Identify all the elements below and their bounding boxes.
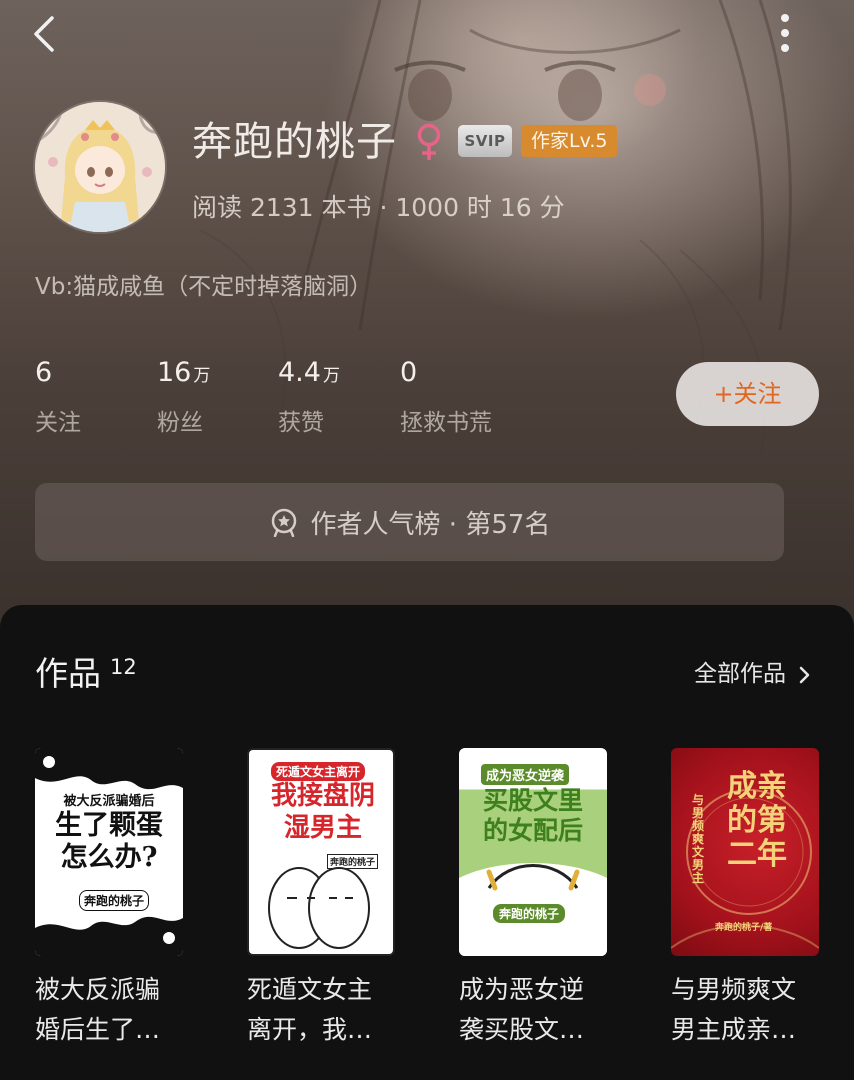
stat-likes[interactable]: 4.4 万 获赞	[278, 352, 340, 443]
cover-title: 成亲的第二年	[727, 769, 787, 872]
all-works-label: 全部作品	[694, 661, 786, 687]
top-navigation-bar	[0, 0, 854, 70]
book-title: 成为恶女逆袭买股文…	[459, 975, 585, 1044]
author-profile-page: 奔跑的桃子 SVIP 作家Lv.5 阅读 2131 本书 · 1000 时 16…	[0, 0, 854, 1080]
reading-stats: 阅读 2131 本书 · 1000 时 16 分	[192, 193, 565, 222]
stat-label: 获赞	[278, 410, 324, 436]
works-panel: 作品 12 全部作品 被大反派骗婚后 生了颗蛋怎么办? 奔跑的桃子 被大反派骗婚	[0, 605, 854, 1080]
follow-button[interactable]: +关注	[676, 362, 819, 426]
medal-icon	[271, 508, 296, 537]
stat-label: 粉丝	[157, 410, 203, 436]
rank-text: 作者人气榜 · 第57名	[310, 509, 551, 540]
avatar[interactable]	[35, 102, 165, 232]
book-cover: 与男频爽文男主 成亲的第二年 奔跑的桃子/著	[671, 748, 819, 956]
author-bio: Vb:猫成咸鱼（不定时掉落脑洞）	[35, 274, 373, 300]
book-cover: 被大反派骗婚后 生了颗蛋怎么办? 奔跑的桃子	[35, 748, 183, 956]
cover-subtitle: 成为恶女逆袭	[481, 764, 570, 785]
svip-badge: SVIP	[458, 125, 512, 157]
stat-value: 6	[35, 357, 53, 388]
cover-author: 奔跑的桃子	[327, 854, 379, 869]
all-works-link[interactable]: 全部作品	[694, 655, 811, 693]
stat-value: 16 万	[157, 357, 211, 388]
cover-author: 奔跑的桃子	[79, 890, 150, 911]
stat-followers[interactable]: 16 万 粉丝	[157, 352, 210, 443]
more-options-button[interactable]	[768, 12, 802, 56]
avatar-illustration	[35, 102, 165, 232]
more-vertical-icon	[781, 14, 789, 52]
book-title: 与男频爽文男主成亲…	[671, 975, 797, 1044]
back-button[interactable]	[26, 12, 66, 56]
cover-subtitle: 死遁文女主离开	[271, 762, 366, 781]
book-cover: 成为恶女逆袭 买股文里的女配后 奔跑的桃子	[459, 748, 607, 956]
book-card[interactable]: 被大反派骗婚后 生了颗蛋怎么办? 奔跑的桃子 被大反派骗婚后生了…	[35, 748, 183, 1050]
female-icon	[417, 123, 441, 160]
cover-title: 买股文里的女配后	[482, 786, 583, 845]
book-title: 被大反派骗婚后生了…	[35, 975, 161, 1044]
author-level-badge: 作家Lv.5	[521, 125, 618, 157]
cover-title: 生了颗蛋怎么办?	[55, 810, 163, 873]
chevron-left-icon	[34, 16, 54, 52]
chevron-right-icon	[800, 666, 810, 683]
cover-subtitle: 与男频爽文男主	[691, 793, 704, 885]
cover-title: 我接盘阴湿男主	[270, 781, 375, 843]
stat-value: 0	[400, 357, 418, 388]
works-count: 12	[110, 655, 137, 679]
stat-label: 关注	[35, 410, 81, 436]
cover-author: 奔跑的桃子	[493, 904, 566, 923]
works-title: 作品	[35, 654, 101, 693]
book-card[interactable]: 与男频爽文男主 成亲的第二年 奔跑的桃子/著 与男频爽文男主成亲…	[671, 748, 819, 1050]
book-title: 死遁文女主离开，我…	[247, 975, 373, 1044]
stat-following[interactable]: 6 关注	[35, 352, 81, 443]
author-name: 奔跑的桃子	[192, 119, 397, 165]
book-card[interactable]: 成为恶女逆袭 买股文里的女配后 奔跑的桃子 成为恶女逆袭买股文…	[459, 748, 607, 1050]
stat-value: 4.4 万	[278, 357, 340, 388]
book-card[interactable]: 死遁文女主离开 我接盘阴湿男主 奔跑的桃子 死遁文女主离开，我…	[247, 748, 395, 1050]
author-rank-bar[interactable]: 作者人气榜 · 第57名	[35, 483, 784, 561]
book-cover: 死遁文女主离开 我接盘阴湿男主 奔跑的桃子	[247, 748, 395, 956]
cover-author: 奔跑的桃子/著	[715, 923, 773, 933]
cover-subtitle: 被大反派骗婚后	[63, 794, 155, 809]
stat-label: 拯救书荒	[400, 410, 492, 436]
stat-rescue-book-shortage[interactable]: 0 拯救书荒	[400, 352, 492, 443]
